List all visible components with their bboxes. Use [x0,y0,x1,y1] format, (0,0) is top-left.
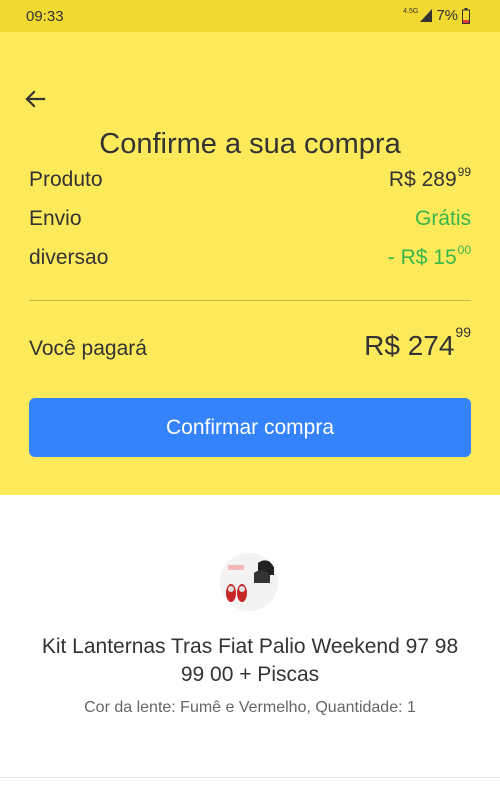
back-button[interactable] [22,87,48,111]
product-thumbnail [220,553,278,611]
shipping-row: Envio Grátis [29,207,471,231]
product-variant: Cor da lente: Fumê e Vermelho, Quantidad… [84,699,416,716]
shipping-value: Grátis [414,207,471,230]
total-row: Você pagará R$ 27499 [29,324,471,362]
status-bar: 09:33 4.5G 7% [0,0,500,32]
product-price-main: R$ 289 [388,168,457,191]
product-price-cents: 99 [457,165,471,179]
bottom-divider [0,777,500,778]
status-time: 09:33 [26,8,64,25]
total-value-cents: 99 [455,324,471,340]
confirm-purchase-button[interactable]: Confirmar compra [29,398,471,457]
summary-divider [29,300,471,301]
purchase-summary-panel: Confirme a sua compra Produto R$ 28999 E… [0,32,500,495]
product-label: Produto [29,168,103,191]
shipping-label: Envio [29,207,82,230]
tail-lights-image [220,553,278,611]
product-price: R$ 28999 [388,165,471,192]
product-title: Kit Lanternas Tras Fiat Palio Weekend 97… [41,635,459,686]
arrow-left-icon [25,90,46,108]
total-value-main: R$ 274 [364,330,455,361]
discount-value-main: - R$ 15 [387,246,457,269]
discount-row: diversao - R$ 1500 [29,243,471,270]
signal-icon [420,9,433,22]
page-title: Confirme a sua compra [99,128,401,160]
status-right: 4.5G 7% [403,7,470,24]
battery-icon [462,7,470,24]
discount-value: - R$ 1500 [387,243,471,270]
total-label: Você pagará [29,337,147,360]
product-price-row: Produto R$ 28999 [29,165,471,192]
discount-value-cents: 00 [457,243,471,257]
discount-label: diversao [29,246,109,269]
network-label: 4.5G [403,8,419,15]
total-value: R$ 27499 [364,324,471,362]
battery-percent: 7% [436,7,458,24]
